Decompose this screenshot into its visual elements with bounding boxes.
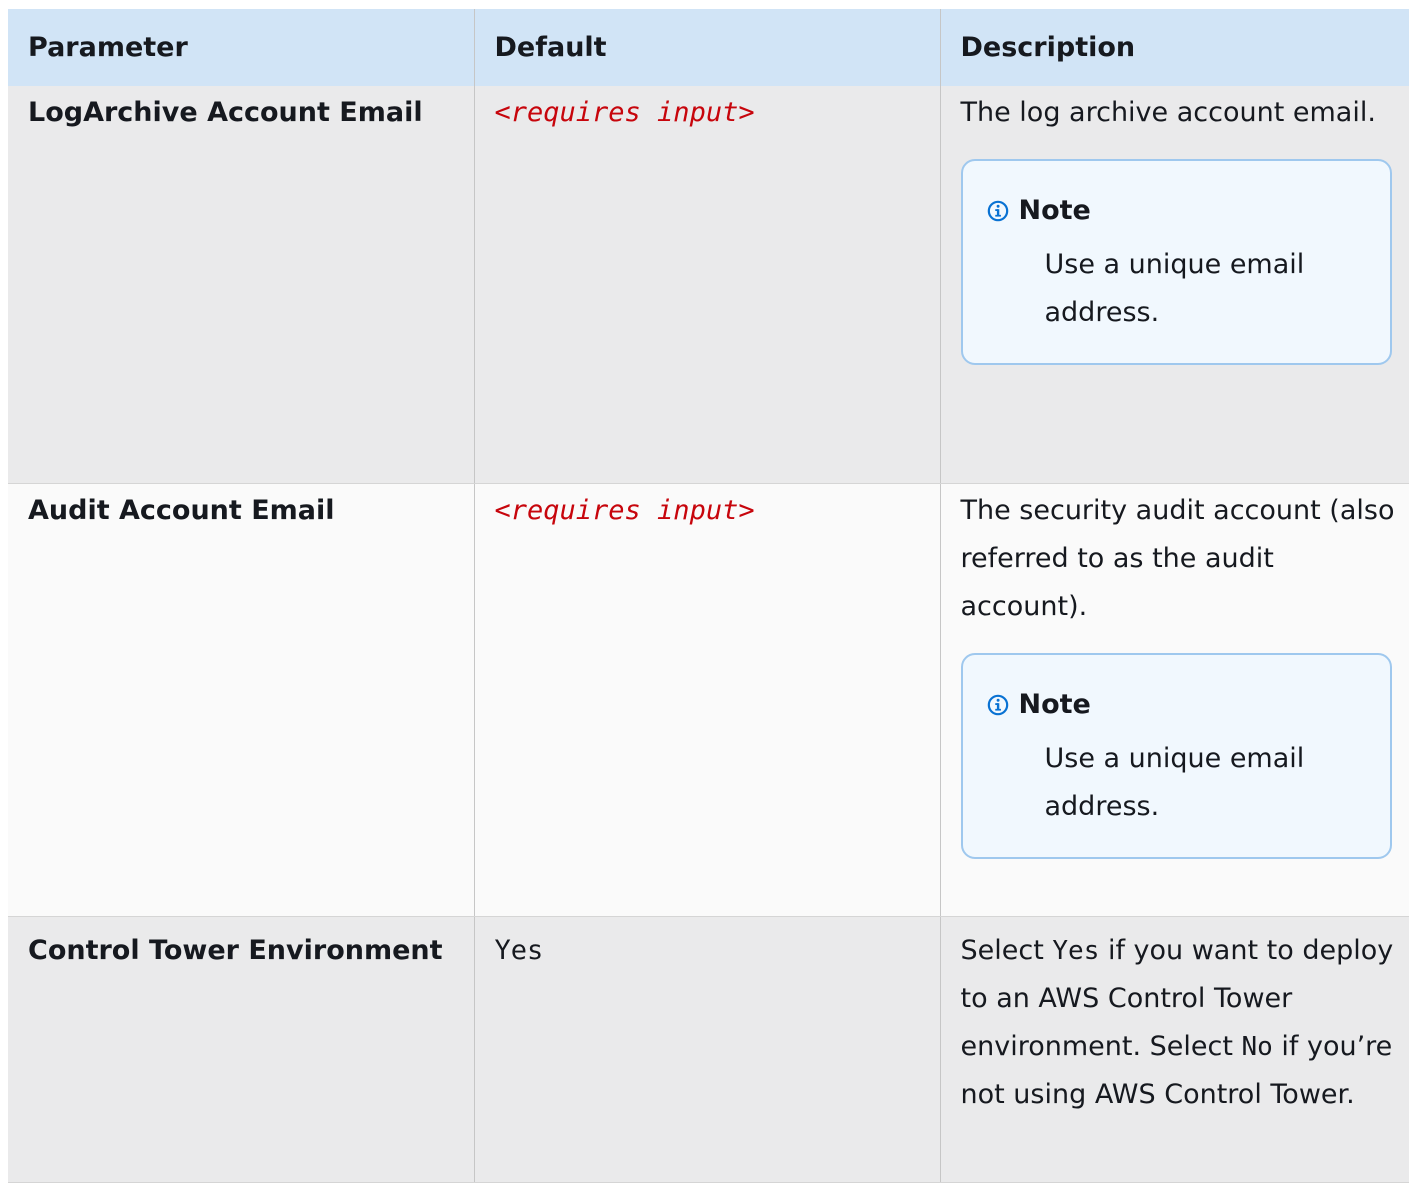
parameter-cell: LogArchive Account Email: [8, 86, 475, 484]
info-circle-icon: [987, 200, 1008, 222]
description-text: Select Yes if you want to deploy to an A…: [961, 917, 1398, 1119]
table-row: Audit Account Email <requires input> The…: [8, 483, 1409, 917]
parameter-cell: Control Tower Environment: [8, 916, 475, 1183]
parameter-name: Control Tower Environment: [28, 934, 443, 966]
description-cell: The log archive account email. Note Use …: [940, 86, 1409, 484]
note-text: Use a unique email address.: [1044, 742, 1305, 822]
inline-code-no: No: [1241, 1031, 1273, 1062]
header-default: Default: [474, 9, 941, 86]
inline-code-yes: Yes: [1052, 935, 1100, 966]
description-cell: The security audit account (also referre…: [940, 483, 1409, 917]
description-cell: Select Yes if you want to deploy to an A…: [940, 916, 1409, 1183]
note-callout: Note Use a unique email address.: [960, 652, 1392, 859]
note-text: Use a unique email address.: [1044, 249, 1305, 328]
default-value: <requires input>: [494, 494, 755, 526]
header-description: Description: [940, 9, 1409, 86]
table-row: LogArchive Account Email <requires input…: [8, 86, 1409, 484]
default-cell: <requires input>: [474, 483, 941, 917]
default-cell: <requires input>: [474, 86, 941, 484]
default-cell: Yes: [474, 916, 941, 1183]
parameter-cell: Audit Account Email: [8, 483, 475, 917]
parameters-table: Parameter Default Description LogArchive…: [8, 9, 1409, 1183]
parameter-name: Audit Account Email: [28, 494, 335, 526]
table-header-row: Parameter Default Description: [8, 9, 1409, 86]
note-title: Note: [1018, 688, 1091, 720]
default-value: Yes: [494, 934, 544, 966]
note-title: Note: [1018, 195, 1091, 226]
description-text: The log archive account email.: [960, 97, 1376, 128]
table-row: Control Tower Environment Yes Select Yes…: [8, 916, 1409, 1183]
parameter-name: LogArchive Account Email: [28, 97, 423, 128]
description-text: The security audit account (also referre…: [960, 494, 1395, 622]
info-circle-icon: [987, 694, 1008, 715]
description-text-part: Select: [960, 934, 1053, 966]
header-parameter: Parameter: [8, 9, 475, 86]
default-value: <requires input>: [494, 97, 755, 128]
note-callout: Note Use a unique email address.: [960, 159, 1392, 365]
